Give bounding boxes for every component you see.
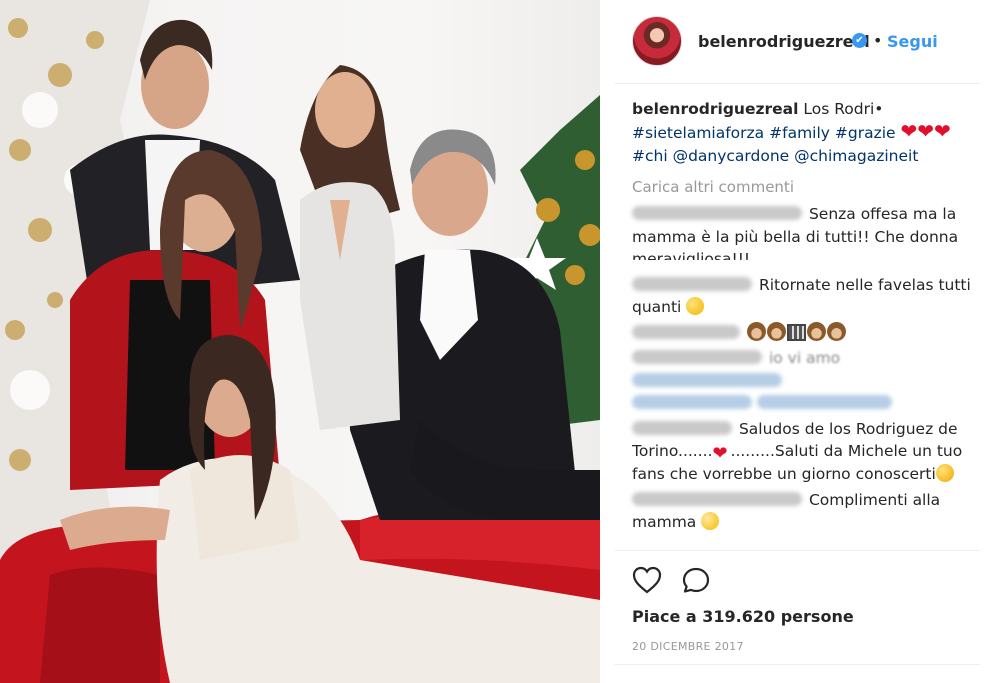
avatar[interactable] xyxy=(632,16,682,66)
header-username[interactable]: belenrodriguezreal xyxy=(698,32,870,51)
comment-item: Senza offesa ma la mamma è la più bella … xyxy=(632,203,980,271)
post-date: 20 DICEMBRE 2017 xyxy=(632,640,744,653)
mention-blurred[interactable] xyxy=(632,372,782,387)
smiling-face-emoji xyxy=(701,512,720,530)
monkey-emoji xyxy=(746,321,766,341)
monkey-emoji xyxy=(826,321,846,341)
comment-text: mamma xyxy=(632,513,697,531)
red-heart-emoji: ❤ xyxy=(900,119,918,143)
comment-text: quanti xyxy=(632,298,682,316)
speech-bubble-icon[interactable] xyxy=(681,566,711,594)
kiss-face-emoji xyxy=(686,297,705,315)
comment-username-blurred[interactable] xyxy=(632,276,752,291)
mention-blurred[interactable] xyxy=(632,395,752,409)
comment-item xyxy=(632,321,980,345)
broken-heart-emoji: ❤ xyxy=(712,443,728,464)
post-photo[interactable] xyxy=(0,0,600,683)
comment-username-blurred[interactable] xyxy=(632,206,802,220)
heart-outline-icon[interactable] xyxy=(632,566,662,594)
comment-username-blurred[interactable] xyxy=(632,350,762,364)
hashtag-family[interactable]: #family xyxy=(769,124,830,142)
comment-text: Torino....... xyxy=(632,442,713,460)
hashtag-sietelamiaforza[interactable]: #sietelamiaforza xyxy=(632,124,764,142)
comment-text: Ritornate nelle favelas tutti xyxy=(758,275,971,294)
comment-username-blurred[interactable] xyxy=(632,420,732,435)
comment-text: meravigliosa!!! xyxy=(632,250,751,260)
mention-blurred[interactable] xyxy=(756,395,892,409)
caption-text: Los Rodri• xyxy=(803,100,884,118)
mention-chimagazineit[interactable]: @chimagazineit xyxy=(794,147,918,165)
comment-text: .........Saluti da Michele un tuo xyxy=(730,442,963,460)
caption-username[interactable]: belenrodriguezreal xyxy=(632,100,798,118)
follow-button[interactable]: Segui xyxy=(887,32,938,51)
likes-count[interactable]: Piace a 319.620 persone xyxy=(632,607,854,626)
comment-item: Saludos de los Rodriguez de Torino......… xyxy=(632,418,980,486)
comment-item: Complimenti alla mamma xyxy=(632,489,980,534)
header-separator: • xyxy=(873,31,883,50)
load-more-comments-button[interactable]: Carica altri commenti xyxy=(632,178,980,200)
post-side-panel: belenrodriguezreal ✔ • Segui belenrodrig… xyxy=(614,0,994,683)
comment-text: Saludos de los Rodriguez de xyxy=(738,419,958,438)
divider xyxy=(614,664,980,665)
monkey-emoji xyxy=(806,321,826,341)
comment-text: fans che vorrebbe un giorno conoscerti xyxy=(632,465,936,483)
comment-item: io vi amo xyxy=(632,347,980,415)
monkey-emoji xyxy=(766,321,786,341)
family-portrait-illustration xyxy=(0,0,600,683)
comment-text: io vi amo xyxy=(768,349,841,367)
hashtag-chi[interactable]: #chi xyxy=(632,147,668,165)
mention-danycardone[interactable]: @danycardone xyxy=(673,147,790,165)
comments-list: belenrodriguezreal Los Rodri• #sietelami… xyxy=(632,98,980,534)
post-header: belenrodriguezreal ✔ • Segui xyxy=(614,0,980,84)
post-caption: belenrodriguezreal Los Rodri• #sietelami… xyxy=(632,98,980,168)
comment-text: Senza offesa ma la xyxy=(808,205,957,223)
verified-badge-icon: ✔ xyxy=(852,33,867,48)
comment-username-blurred[interactable] xyxy=(632,491,802,506)
film-emoji xyxy=(786,323,806,341)
red-heart-emoji: ❤ xyxy=(917,119,935,143)
comment-text: Complimenti alla xyxy=(808,490,941,509)
divider xyxy=(614,550,980,551)
comment-username-blurred[interactable] xyxy=(632,324,740,339)
grinning-face-emoji xyxy=(935,464,954,482)
hashtag-grazie[interactable]: #grazie xyxy=(835,124,896,142)
comment-text: mamma è la più bella di tutti!! Che donn… xyxy=(632,227,959,246)
comment-item: Ritornate nelle favelas tutti quanti xyxy=(632,274,980,319)
red-heart-emoji: ❤ xyxy=(934,119,951,143)
